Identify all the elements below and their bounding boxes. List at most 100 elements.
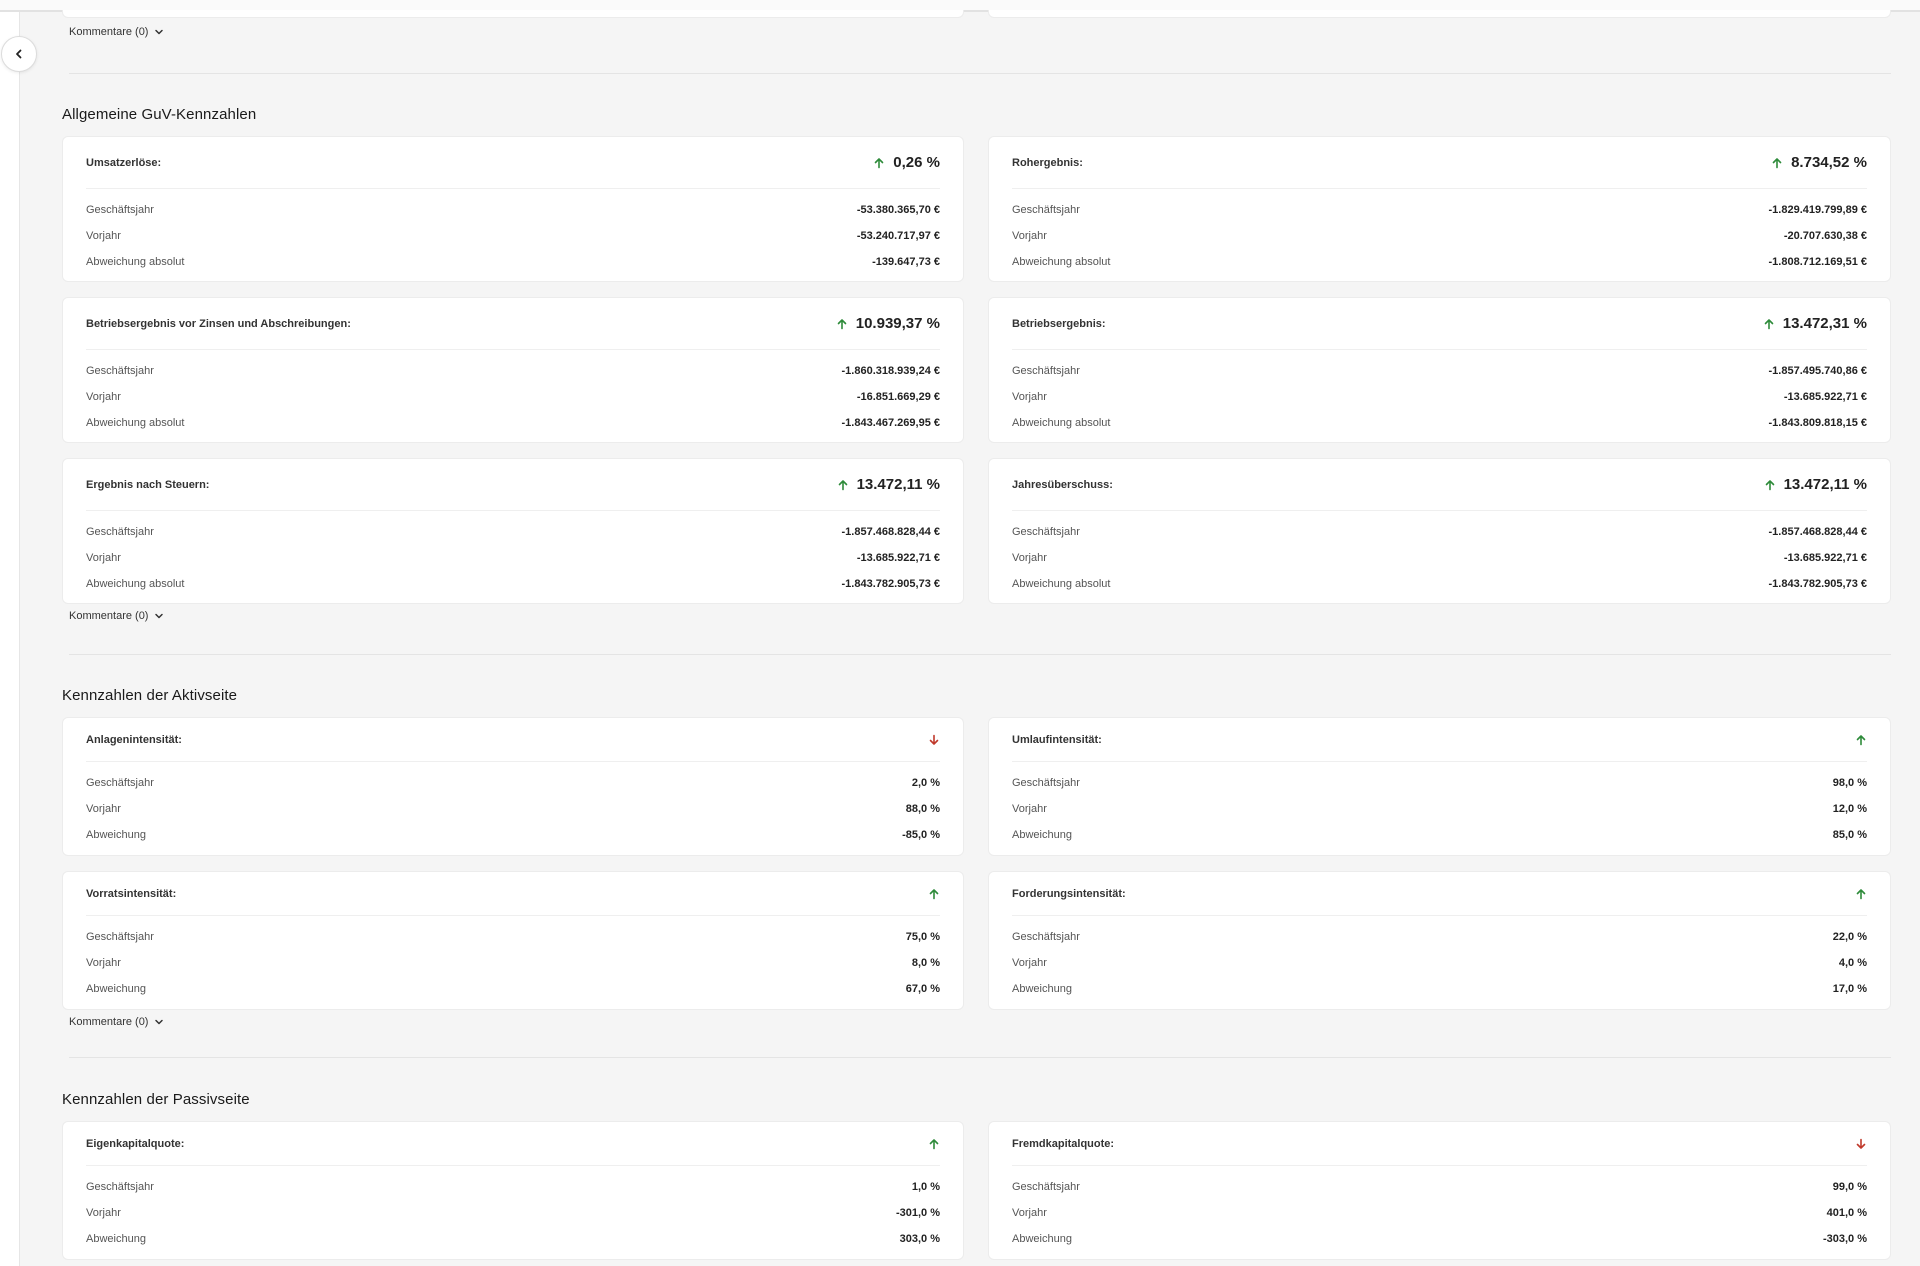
card-header: Rohergebnis: 8.734,52 % [1012, 137, 1867, 189]
metric-row: Vorjahr -301,0 % [86, 1200, 940, 1226]
comments-toggle-top[interactable]: Kommentare (0) [62, 24, 164, 40]
trend-indicator [928, 734, 940, 746]
card-rows: Geschäftsjahr -1.860.318.939,24 € Vorjahr -… [86, 350, 940, 436]
trend-indicator [1855, 888, 1867, 900]
card-rows: Geschäftsjahr -1.857.468.828,44 € Vorjahr -… [86, 511, 940, 597]
metric-label: Abweichung [1012, 1233, 1072, 1245]
metric-value: -1.857.495.740,86 € [1768, 365, 1867, 377]
kpi-grid: Umsatzerlöse: 0,26 % Geschäftsjahr -53.380.… [62, 136, 1891, 604]
card-header: Fremdkapitalquote: [1012, 1122, 1867, 1166]
metric-label: Abweichung absolut [86, 256, 185, 268]
collapse-sidebar-button[interactable] [1, 36, 37, 72]
metric-row: Geschäftsjahr -1.829.419.799,89 € [1012, 197, 1867, 223]
card-title: Anlagenintensität: [86, 733, 182, 746]
metric-row: Geschäftsjahr -1.857.495.740,86 € [1012, 358, 1867, 384]
metric-row: Geschäftsjahr 1,0 % [86, 1174, 940, 1200]
previous-section-cards [62, 10, 1891, 18]
card-header: Betriebsergebnis: 13.472,31 % [1012, 298, 1867, 350]
card-title: Vorratsintensität: [86, 887, 177, 900]
metric-value: -16.851.669,29 € [856, 391, 940, 403]
metric-value: -303,0 % [1822, 1233, 1867, 1245]
trend-indicator: 13.472,11 % [837, 476, 940, 493]
metric-row: Abweichung absolut -1.843.782.905,73 € [86, 571, 940, 597]
section-divider [69, 73, 1891, 74]
metric-row: Geschäftsjahr 22,0 % [1012, 924, 1867, 950]
metric-value: 2,0 % [911, 777, 940, 789]
arrow-up-icon [1765, 479, 1774, 490]
metric-row: Abweichung 85,0 % [1012, 822, 1867, 848]
comments-toggle-aktiv[interactable]: Kommentare (0) [62, 1014, 1891, 1030]
metric-row: Vorjahr -16.851.669,29 € [86, 384, 940, 410]
arrow-down-icon [1856, 1138, 1866, 1149]
metric-row: Vorjahr -13.685.922,71 € [1012, 384, 1867, 410]
metric-label: Vorjahr [1012, 552, 1047, 564]
metric-row: Geschäftsjahr -1.857.468.828,44 € [86, 519, 940, 545]
comments-toggle-guv[interactable]: Kommentare (0) [62, 608, 1891, 624]
metric-value: 75,0 % [905, 931, 940, 943]
section-divider [69, 1057, 1891, 1058]
metric-row: Vorjahr 88,0 % [86, 796, 940, 822]
kpi-value: 13.472,31 % [1782, 315, 1867, 332]
trend-indicator: 13.472,11 % [1764, 476, 1867, 493]
metric-row: Geschäftsjahr 75,0 % [86, 924, 940, 950]
metric-value: 303,0 % [899, 1233, 940, 1245]
metric-value: 401,0 % [1826, 1207, 1867, 1219]
metric-label: Abweichung absolut [1012, 256, 1111, 268]
metric-label: Geschäftsjahr [1012, 204, 1080, 216]
metric-label: Vorjahr [86, 957, 121, 969]
metric-row: Abweichung -303,0 % [1012, 1226, 1867, 1252]
metric-value: -53.240.717,97 € [856, 230, 940, 242]
metric-value: 12,0 % [1832, 803, 1867, 815]
metric-row: Vorjahr -13.685.922,71 € [86, 545, 940, 571]
kpi-card: Umlaufintensität: Geschäftsjahr 98,0 % Vorj… [988, 717, 1891, 856]
metric-value: -53.380.365,70 € [856, 204, 940, 216]
metric-value: -139.647,73 € [872, 256, 940, 268]
metric-label: Abweichung absolut [86, 578, 185, 590]
metric-value: -1.843.467.269,95 € [841, 417, 940, 429]
arrow-up-icon [1764, 318, 1774, 329]
trend-indicator: 0,26 % [873, 154, 940, 171]
arrow-up-icon [1772, 157, 1782, 168]
metric-value: 85,0 % [1832, 829, 1867, 841]
previous-card-left [62, 10, 964, 18]
metric-row: Abweichung absolut -139.647,73 € [86, 249, 940, 275]
kpi-card: Anlagenintensität: Geschäftsjahr 2,0 % Vorj… [62, 717, 964, 856]
card-title: Jahresüberschuss: [1012, 478, 1113, 491]
metric-value: -1.808.712.169,51 € [1768, 256, 1867, 268]
card-rows: Geschäftsjahr 99,0 % Vorjahr 401,0 % Abweich… [1012, 1166, 1867, 1252]
card-title: Ergebnis nach Steuern: [86, 478, 210, 491]
trend-indicator [1855, 1138, 1867, 1150]
arrow-up-icon [929, 888, 939, 899]
metric-label: Geschäftsjahr [1012, 777, 1080, 789]
metric-label: Vorjahr [86, 552, 121, 564]
kpi-card: Jahresüberschuss: 13.472,11 % Geschäftsjah… [988, 458, 1891, 604]
metric-row: Abweichung 17,0 % [1012, 976, 1867, 1002]
metric-label: Geschäftsjahr [86, 526, 154, 538]
metric-label: Geschäftsjahr [1012, 931, 1080, 943]
metric-value: -1.829.419.799,89 € [1768, 204, 1867, 216]
card-rows: Geschäftsjahr 2,0 % Vorjahr 88,0 % Abweichun… [86, 762, 940, 848]
metric-row: Abweichung absolut -1.843.809.818,15 € [1012, 410, 1867, 436]
card-rows: Geschäftsjahr -1.857.495.740,86 € Vorjahr -… [1012, 350, 1867, 436]
metric-row: Vorjahr 401,0 % [1012, 1200, 1867, 1226]
card-title: Betriebsergebnis vor Zinsen und Abschrei… [86, 317, 351, 330]
card-title: Rohergebnis: [1012, 156, 1083, 169]
arrow-up-icon [1856, 734, 1866, 745]
metric-label: Abweichung absolut [86, 417, 185, 429]
metric-label: Geschäftsjahr [86, 777, 154, 789]
metric-row: Abweichung absolut -1.843.467.269,95 € [86, 410, 940, 436]
metric-row: Vorjahr 4,0 % [1012, 950, 1867, 976]
card-header: Umlaufintensität: [1012, 718, 1867, 762]
metric-value: -1.843.782.905,73 € [841, 578, 940, 590]
card-header: Betriebsergebnis vor Zinsen und Abschrei… [86, 298, 940, 350]
kpi-card: Forderungsintensität: Geschäftsjahr 22,0 %… [988, 871, 1891, 1010]
previous-card-right [988, 10, 1891, 18]
kpi-value: 10.939,37 % [855, 315, 940, 332]
metric-row: Vorjahr -20.707.630,38 € [1012, 223, 1867, 249]
metric-value: -85,0 % [902, 829, 940, 841]
metric-row: Geschäftsjahr -1.857.468.828,44 € [1012, 519, 1867, 545]
trend-indicator [928, 1138, 940, 1150]
metric-label: Geschäftsjahr [1012, 1181, 1080, 1193]
chevron-down-icon [155, 1019, 164, 1025]
metric-label: Geschäftsjahr [86, 204, 154, 216]
